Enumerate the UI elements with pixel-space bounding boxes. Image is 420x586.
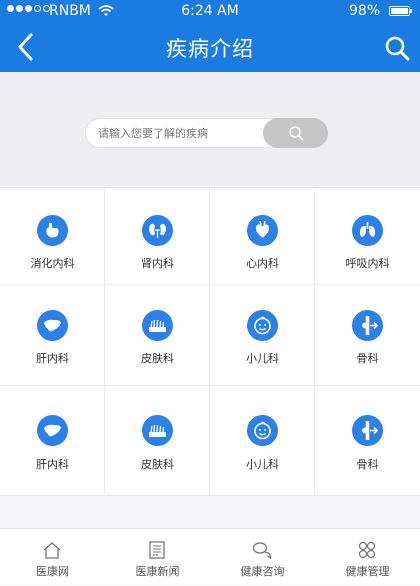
department-item[interactable]: 肝内科 bbox=[0, 386, 105, 496]
department-label: 心内科 bbox=[246, 257, 279, 270]
department-label: 肝内科 bbox=[36, 352, 69, 365]
search-input[interactable] bbox=[98, 125, 258, 141]
skin-icon bbox=[142, 310, 173, 341]
department-item[interactable]: 皮肤科 bbox=[105, 285, 210, 386]
tab-manage[interactable]: 健康管理 bbox=[315, 529, 420, 586]
department-label: 骨科 bbox=[356, 352, 379, 365]
status-bar: RNBM 6:24 AM 98% bbox=[0, 0, 420, 24]
lungs-icon bbox=[352, 215, 383, 246]
department-label: 消化内科 bbox=[30, 257, 75, 270]
tab-label: 健康咨询 bbox=[240, 565, 285, 578]
news-icon bbox=[149, 541, 165, 559]
department-label: 呼吸内科 bbox=[345, 257, 390, 270]
bottom-tab-bar: 医康网 医康新闻 健康咨询 健康管理 bbox=[0, 528, 420, 585]
department-item[interactable]: 小儿科 bbox=[210, 386, 315, 496]
bone-icon bbox=[352, 310, 383, 341]
bone-icon bbox=[352, 415, 383, 446]
department-item[interactable]: 肝内科 bbox=[0, 285, 105, 386]
department-item[interactable]: 骨科 bbox=[315, 386, 420, 496]
department-label: 小儿科 bbox=[246, 352, 279, 365]
tab-label: 医康网 bbox=[36, 565, 69, 578]
department-item[interactable]: 皮肤科 bbox=[105, 386, 210, 496]
department-label: 皮肤科 bbox=[141, 352, 174, 365]
page-title: 疾病介绍 bbox=[166, 37, 254, 61]
department-label: 骨科 bbox=[356, 458, 379, 471]
liver-icon bbox=[37, 415, 68, 446]
tab-home[interactable]: 医康网 bbox=[0, 529, 105, 586]
heart-icon bbox=[247, 215, 278, 246]
battery-percentage: 98% bbox=[349, 3, 381, 19]
battery-icon bbox=[389, 6, 412, 16]
department-label: 皮肤科 bbox=[141, 458, 174, 471]
department-item[interactable]: 小儿科 bbox=[210, 285, 315, 386]
kidney-icon bbox=[142, 215, 173, 246]
department-label: 肾内科 bbox=[141, 257, 174, 270]
grid-icon bbox=[358, 541, 376, 559]
stomach-icon bbox=[37, 215, 68, 246]
search-icon[interactable] bbox=[384, 35, 410, 61]
tab-consult[interactable]: 健康咨询 bbox=[210, 529, 315, 586]
department-item[interactable]: 消化内科 bbox=[0, 188, 105, 285]
skin-icon bbox=[142, 415, 173, 446]
home-icon bbox=[43, 542, 61, 559]
baby-face-icon bbox=[247, 415, 278, 446]
department-item[interactable]: 骨科 bbox=[315, 285, 420, 386]
department-label: 小儿科 bbox=[246, 458, 279, 471]
tab-news[interactable]: 医康新闻 bbox=[105, 529, 210, 586]
search-button[interactable] bbox=[263, 118, 328, 148]
chat-icon bbox=[252, 542, 272, 559]
department-item[interactable]: 心内科 bbox=[210, 188, 315, 285]
liver-icon bbox=[37, 310, 68, 341]
search-button-icon bbox=[289, 126, 304, 141]
baby-face-icon bbox=[247, 310, 278, 341]
top-bar: RNBM 6:24 AM 98% 疾病介绍 bbox=[0, 0, 420, 72]
department-grid: 消化内科 肾内科 心内科 呼吸内科 肝内科 皮肤科 小儿科 骨科 肝内科 皮肤科… bbox=[0, 187, 420, 496]
tab-label: 健康管理 bbox=[345, 565, 390, 578]
department-item[interactable]: 肾内科 bbox=[105, 188, 210, 285]
tab-label: 医康新闻 bbox=[135, 565, 180, 578]
department-item[interactable]: 呼吸内科 bbox=[315, 188, 420, 285]
department-label: 肝内科 bbox=[36, 458, 69, 471]
